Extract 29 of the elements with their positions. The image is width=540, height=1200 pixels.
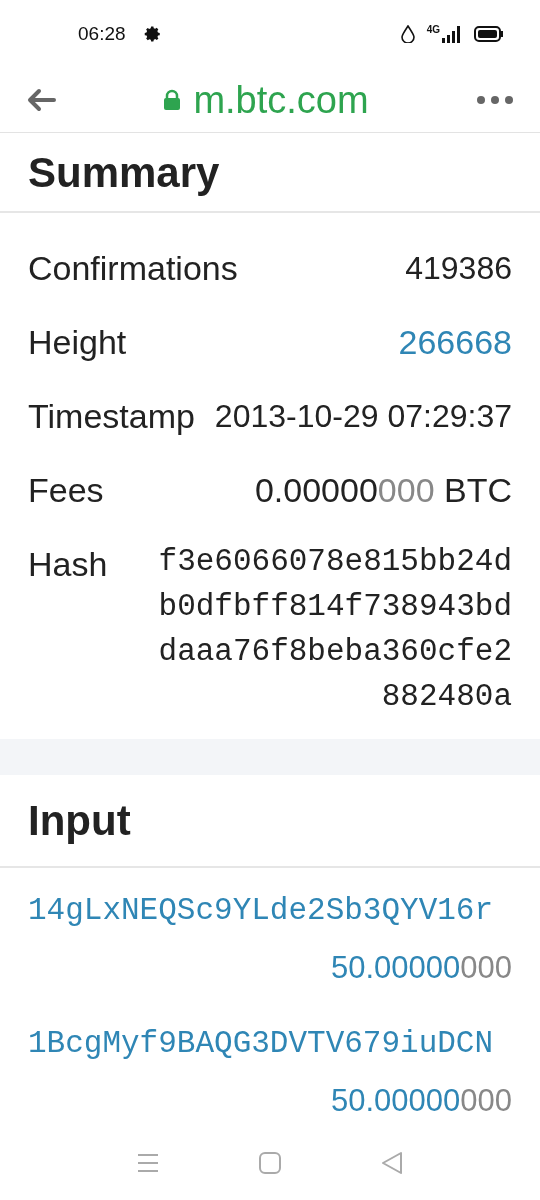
gear-icon: [143, 25, 162, 43]
field-value: 419386: [405, 249, 512, 288]
more-options-icon[interactable]: [476, 95, 514, 105]
field-label: Fees: [28, 469, 104, 511]
field-value: 2013-10-29 07:29:37: [214, 397, 512, 436]
back-arrow-icon[interactable]: [26, 88, 56, 112]
field-label: Timestamp: [28, 395, 195, 437]
input-amount: 50.00000000: [330, 1081, 512, 1120]
address-link[interactable]: 1BcgMyf9BAQG3DVTV679iuDCN: [28, 1021, 494, 1068]
section-title: Input: [28, 796, 131, 846]
input-amount: 50.00000000: [330, 948, 512, 987]
section-title: Summary: [28, 147, 220, 198]
fee-amount: 0.00000000 BTC: [254, 469, 512, 511]
height-link[interactable]: 266668: [398, 316, 512, 368]
clock-time: 06:28: [78, 21, 126, 46]
field-label: Hash: [28, 544, 108, 585]
network-type: 4G: [426, 25, 440, 35]
drop-icon: [400, 25, 415, 43]
signal-icon: [442, 25, 462, 43]
block-hash: f3e6066078e815bb24db0dfbff814f738943bddaaa76f8beba360cfe2882480a: [157, 543, 512, 716]
field-label: Height: [28, 321, 127, 363]
battery-icon: [474, 26, 504, 42]
home-icon[interactable]: [259, 1152, 281, 1174]
menu-icon[interactable]: [137, 1153, 159, 1173]
address-link[interactable]: 14gLxNEQSc9YLde2Sb3QYV16r: [28, 888, 494, 935]
field-label: Confirmations: [28, 247, 238, 289]
page-url: m.btc.com: [193, 77, 369, 123]
back-icon[interactable]: [381, 1151, 403, 1175]
lock-icon: [163, 89, 182, 111]
